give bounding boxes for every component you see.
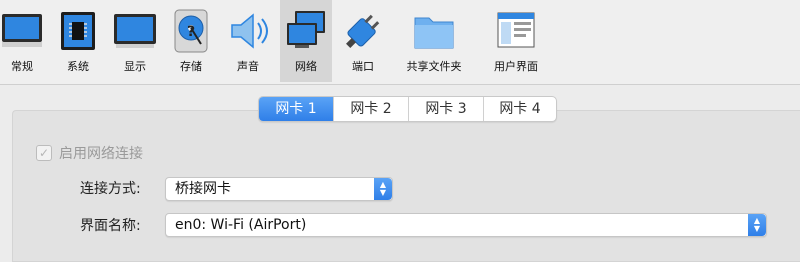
chip-system-icon <box>61 12 95 50</box>
settings-toolbar: 常规 系统 显示 ? 存储 声音 网络 端口 共享文件夹 用户界面 <box>0 0 800 84</box>
toolbar-item-ports[interactable]: 端口 <box>338 0 388 82</box>
toolbar-item-user-interface[interactable]: 用户界面 <box>486 0 546 82</box>
interface-name-label: 界面名称: <box>80 218 141 234</box>
enable-network-label: 启用网络连接 <box>59 146 143 162</box>
toolbar-label: 系统 <box>67 60 89 73</box>
tab-adapter-1[interactable]: 网卡 1 <box>259 97 334 121</box>
toolbar-label: 端口 <box>352 60 374 73</box>
toolbar-label: 用户界面 <box>494 60 538 73</box>
monitor-general-icon <box>2 14 42 47</box>
toolbar-item-general[interactable]: 常规 <box>0 0 44 82</box>
interface-name-value: en0: Wi-Fi (AirPort) <box>175 217 307 233</box>
toolbar-label: 网络 <box>295 60 317 73</box>
tab-adapter-2[interactable]: 网卡 2 <box>334 97 409 121</box>
speaker-audio-icon <box>231 13 268 49</box>
toolbar-label: 显示 <box>124 60 146 73</box>
toolbar-label: 常规 <box>11 60 33 73</box>
attached-to-value: 桥接网卡 <box>175 181 231 197</box>
toolbar-divider <box>0 84 800 85</box>
toolbar-item-shared-folders[interactable]: 共享文件夹 <box>400 0 468 82</box>
chevron-updown-icon: ▲ ▼ <box>374 178 392 200</box>
toolbar-label: 声音 <box>237 60 259 73</box>
toolbar-label: 共享文件夹 <box>406 60 462 73</box>
window-ui-icon <box>497 12 535 48</box>
toolbar-item-system[interactable]: 系统 <box>54 0 102 82</box>
enable-network-row: ✓ 启用网络连接 <box>36 143 143 163</box>
tab-adapter-3[interactable]: 网卡 3 <box>409 97 484 121</box>
toolbar-item-network[interactable]: 网络 <box>280 0 332 82</box>
port-plug-icon <box>346 14 380 48</box>
tab-adapter-4[interactable]: 网卡 4 <box>484 97 556 121</box>
disk-storage-icon: ? <box>174 9 208 53</box>
folder-icon <box>414 17 454 49</box>
toolbar-item-storage[interactable]: ? 存储 <box>168 0 214 82</box>
toolbar-item-audio[interactable]: 声音 <box>224 0 272 82</box>
svg-text:?: ? <box>187 24 195 40</box>
display-monitor-icon <box>114 14 156 48</box>
enable-network-checkbox[interactable]: ✓ <box>36 145 52 161</box>
network-icon <box>287 11 325 48</box>
chevron-updown-icon: ▲ ▼ <box>748 214 766 236</box>
toolbar-item-display[interactable]: 显示 <box>110 0 160 82</box>
interface-name-select[interactable]: en0: Wi-Fi (AirPort) ▲ ▼ <box>165 213 767 237</box>
attached-to-label: 连接方式: <box>80 181 141 197</box>
adapter-tabs: 网卡 1 网卡 2 网卡 3 网卡 4 <box>258 96 557 122</box>
toolbar-label: 存储 <box>180 60 202 73</box>
attached-to-select[interactable]: 桥接网卡 ▲ ▼ <box>165 177 393 201</box>
